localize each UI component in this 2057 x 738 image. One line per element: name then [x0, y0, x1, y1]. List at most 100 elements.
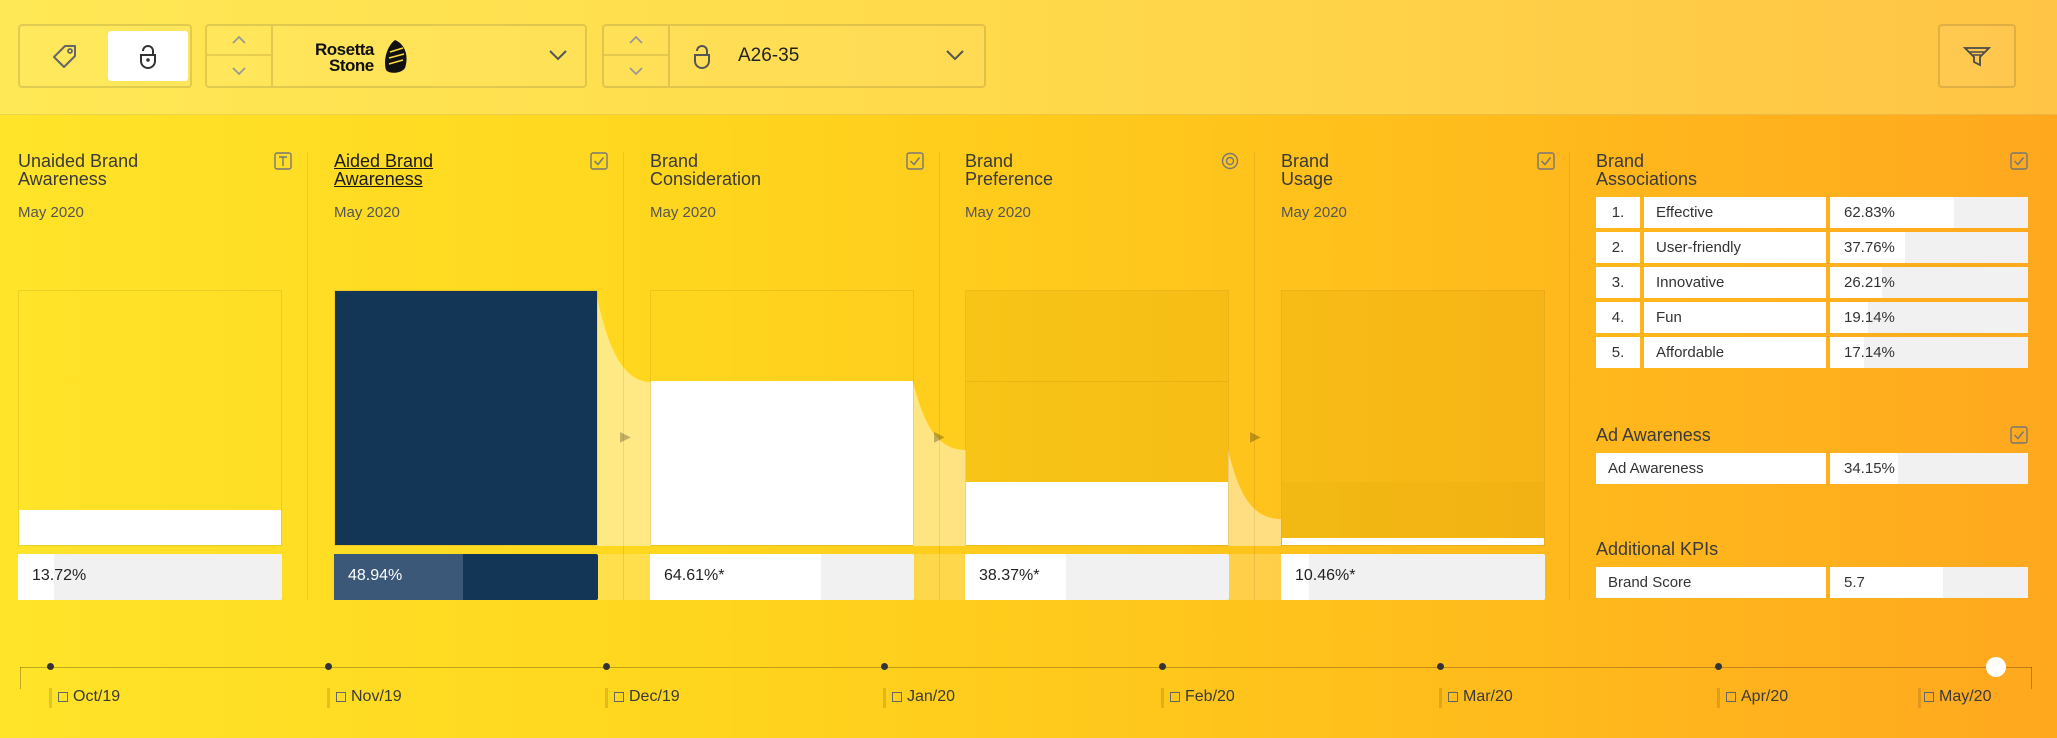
timeline-dot[interactable]	[602, 663, 610, 670]
kpi-bar-area	[1281, 290, 1545, 546]
timeline-month-label[interactable]: Nov/19	[336, 688, 402, 706]
kpi-bar	[19, 510, 281, 545]
brand-logo-line2: Stone	[329, 56, 374, 75]
timeline-dot[interactable]	[1158, 663, 1166, 670]
ad-awareness-row[interactable]: Ad Awareness 34.15%	[1596, 453, 2028, 484]
association-row[interactable]: 2. User-friendly 37.76%	[1596, 232, 2028, 263]
brand-score-value: 5.7	[1844, 574, 1865, 591]
kpi-value-box: 48.94%	[334, 554, 598, 600]
view-toggle	[18, 24, 192, 88]
age-group-selector[interactable]: A26-35	[602, 24, 986, 88]
kpi-brand-preference[interactable]: Brand Preference May 2020 38.37%*	[965, 140, 1249, 600]
target-icon[interactable]	[1221, 152, 1239, 170]
kpi-title: Brand Usage	[1281, 152, 1333, 188]
kpi-bar	[966, 482, 1228, 545]
timeline-dot[interactable]	[1714, 663, 1722, 670]
timeline-month-text: Dec/19	[629, 688, 680, 705]
association-row[interactable]: 1. Effective 62.83%	[1596, 197, 2028, 228]
timeline-dot[interactable]	[880, 663, 888, 670]
timeline-month-label[interactable]: Oct/19	[58, 688, 120, 706]
timeline-handle[interactable]	[1986, 657, 2006, 677]
timeline-month-text: Jan/20	[907, 688, 956, 705]
brand-score-row[interactable]: Brand Score 5.7	[1596, 567, 2028, 598]
checkbox-checked-icon[interactable]	[1537, 152, 1555, 170]
timeline-month-label[interactable]: Jan/20	[892, 688, 955, 706]
timeline-tick	[605, 688, 608, 708]
brand-selector[interactable]: Rosetta Stone	[205, 24, 587, 88]
timeline-month-label[interactable]: Dec/19	[614, 688, 680, 706]
user-lock-icon	[140, 45, 156, 69]
age-group-value: A26-35	[738, 45, 800, 66]
brand-previous-button[interactable]	[207, 26, 271, 56]
age-previous-button[interactable]	[604, 26, 668, 56]
association-value-box: 19.14%	[1830, 302, 2028, 333]
brand-next-button[interactable]	[207, 56, 271, 86]
timeline-tick	[883, 688, 886, 708]
brand-logo: Rosetta Stone	[315, 41, 374, 75]
timeline-month-text: May/20	[1939, 688, 1992, 705]
age-next-button[interactable]	[604, 56, 668, 86]
associations-title-line2: Associations	[1596, 169, 1698, 189]
kpi-date: May 2020	[650, 204, 716, 221]
kpi-title-line2: Awareness	[18, 169, 107, 189]
timeline-start-edge	[20, 667, 21, 689]
timeline-tick	[1439, 688, 1442, 708]
association-rank: 1.	[1596, 197, 1640, 228]
checkbox-checked-icon[interactable]	[906, 152, 924, 170]
kpi-brand-consideration[interactable]: Brand Consideration May 2020 64.61%*	[650, 140, 934, 600]
timeline-month-label[interactable]: Apr/20	[1726, 688, 1788, 706]
brand-score-label: Brand Score	[1596, 567, 1826, 598]
association-value: 17.14%	[1844, 344, 1895, 361]
timeline-tick	[327, 688, 330, 708]
associations-title: Brand Associations	[1596, 152, 1697, 188]
ad-awareness-value: 34.15%	[1844, 460, 1895, 477]
timeline-month-label[interactable]: Mar/20	[1448, 688, 1513, 706]
timeline-dot[interactable]	[1436, 663, 1444, 670]
association-row[interactable]: 5. Affordable 17.14%	[1596, 337, 2028, 368]
checkbox-checked-icon[interactable]	[590, 152, 608, 170]
association-rank: 5.	[1596, 337, 1640, 368]
kpi-unaided-awareness[interactable]: Unaided Brand Awareness May 2020 13.72%	[18, 140, 302, 600]
timeline-tick	[1918, 688, 1921, 708]
text-type-icon[interactable]	[274, 152, 292, 170]
kpi-title-line2: Usage	[1281, 169, 1334, 189]
kpi-value: 10.46%*	[1295, 567, 1356, 584]
timeline-tick	[1161, 688, 1164, 708]
chevron-down-icon	[629, 67, 643, 76]
filter-button[interactable]	[1938, 24, 2016, 88]
timeline-tick	[1717, 688, 1720, 708]
checkbox-checked-icon[interactable]	[2010, 152, 2028, 170]
top-toolbar: Rosetta Stone A26-35	[0, 0, 2057, 115]
kpi-date: May 2020	[965, 204, 1031, 221]
checkbox-checked-icon[interactable]	[2010, 426, 2028, 444]
brand-dropdown-chevron-icon	[549, 50, 567, 61]
kpi-title-link[interactable]: Aided Brand Awareness	[334, 152, 433, 188]
kpi-brand-usage[interactable]: Brand Usage May 2020 10.46%*	[1281, 140, 1565, 600]
timeline-month-label[interactable]: Feb/20	[1170, 688, 1235, 706]
timeline-month-label[interactable]: May/20	[1924, 688, 1991, 706]
target-group-view-button[interactable]	[108, 31, 188, 81]
tag-icon	[53, 45, 76, 68]
kpi-title: Unaided Brand Awareness	[18, 152, 138, 188]
kpi-title-line2: Awareness	[334, 169, 423, 189]
association-row[interactable]: 4. Fun 19.14%	[1596, 302, 2028, 333]
association-value: 37.76%	[1844, 239, 1895, 256]
timeline-dot[interactable]	[324, 663, 332, 670]
kpi-value-box: 64.61%*	[650, 554, 914, 600]
tag-view-button[interactable]	[25, 31, 105, 81]
column-divider	[1254, 152, 1255, 600]
timeline-track[interactable]	[20, 667, 2032, 668]
play-arrow-icon: ▶	[934, 428, 945, 444]
kpi-value: 48.94%	[348, 567, 403, 584]
timeline-month-text: Oct/19	[73, 688, 121, 705]
association-value-box: 62.83%	[1830, 197, 2028, 228]
chevron-down-icon	[232, 67, 246, 76]
play-arrow-icon: ▶	[1250, 428, 1261, 444]
association-label: Affordable	[1644, 337, 1826, 368]
kpi-bar-selected	[335, 291, 597, 545]
kpi-aided-awareness[interactable]: Aided Brand Awareness May 2020 48.94%	[334, 140, 618, 600]
kpi-value-box: 38.37%*	[965, 554, 1229, 600]
timeline-dot[interactable]	[46, 663, 54, 670]
association-row[interactable]: 3. Innovative 26.21%	[1596, 267, 2028, 298]
kpi-title: Brand Preference	[965, 152, 1053, 188]
